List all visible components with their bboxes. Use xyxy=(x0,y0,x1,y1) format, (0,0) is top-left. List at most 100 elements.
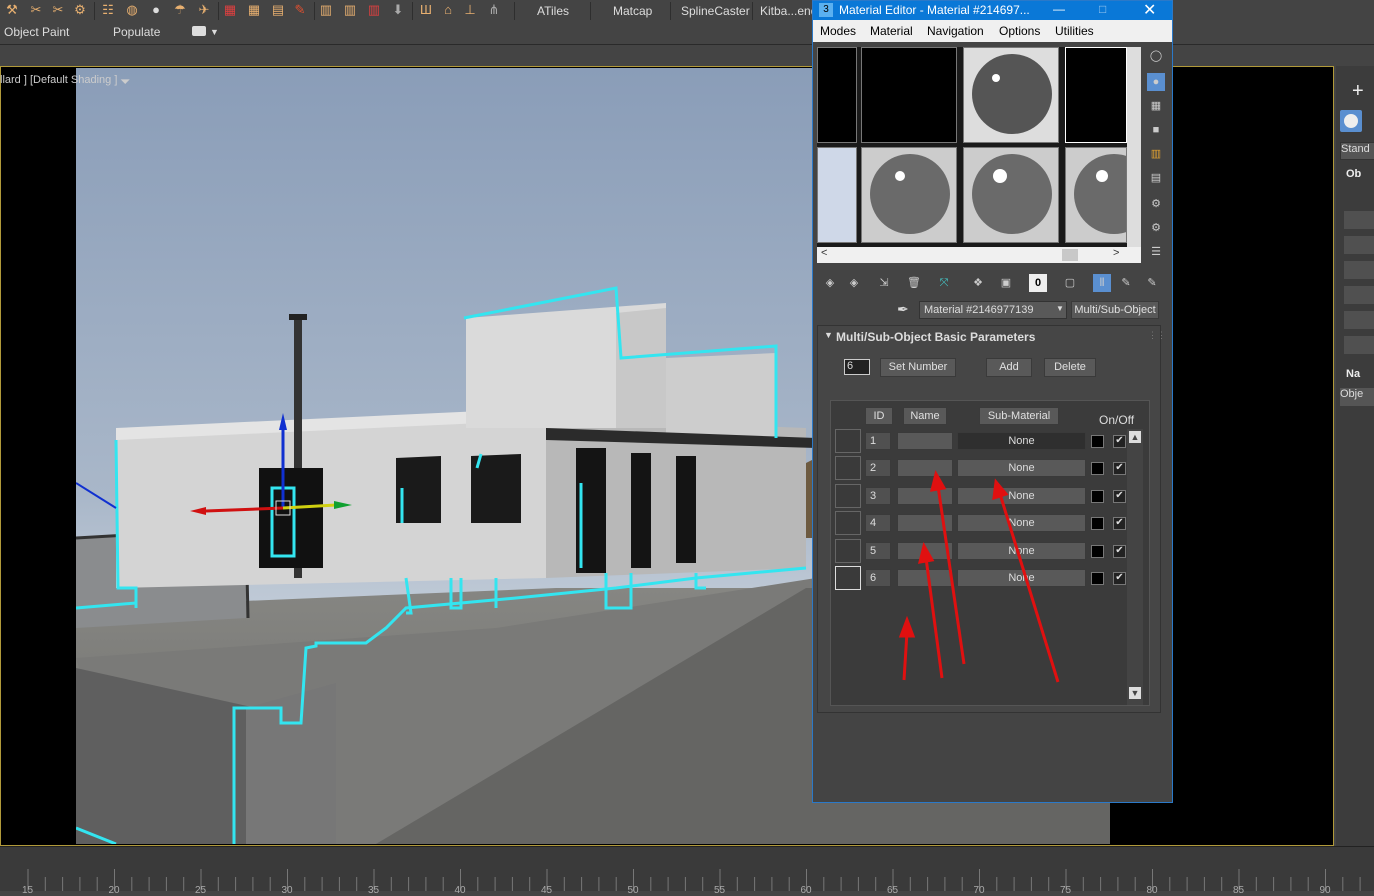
tab-matcap[interactable]: Matcap xyxy=(613,4,652,18)
tool-icon[interactable]: ⋔ xyxy=(486,2,502,18)
sample-slot[interactable] xyxy=(817,47,857,143)
sub-material-swatch[interactable] xyxy=(835,566,861,590)
make-preview-icon[interactable]: ▤ xyxy=(1147,169,1165,187)
sample-slot[interactable] xyxy=(1065,147,1127,243)
sub-material-button[interactable]: None xyxy=(957,432,1086,450)
menu-modes[interactable]: Modes xyxy=(820,24,856,38)
row-name-field[interactable] xyxy=(897,432,953,450)
object-button[interactable] xyxy=(1344,311,1374,329)
sample-slot[interactable] xyxy=(861,47,957,143)
object-paint-tab[interactable]: Object Paint xyxy=(4,25,69,39)
ribbon-toggle-icon[interactable] xyxy=(192,26,206,36)
tab-kitbash[interactable]: Kitba...end xyxy=(760,4,817,18)
show-end-result-icon[interactable]: ⫴ xyxy=(1093,274,1111,292)
tool-icon[interactable]: ▤ xyxy=(270,2,286,18)
row-on-checkbox[interactable]: ✔ xyxy=(1113,572,1126,585)
name-header[interactable]: Name xyxy=(903,407,947,425)
reset-icon[interactable]: 🗑 xyxy=(905,274,923,292)
get-material-icon[interactable]: ◈ xyxy=(821,274,839,292)
material-id-icon[interactable]: 0 xyxy=(1029,274,1047,292)
put-to-library-icon[interactable]: ❖ xyxy=(969,274,987,292)
row-on-checkbox[interactable]: ✔ xyxy=(1113,435,1126,448)
filter-icon[interactable]: ⏷ xyxy=(120,74,130,90)
put-to-scene-icon[interactable]: ◈ xyxy=(845,274,863,292)
delete-button[interactable]: Delete xyxy=(1044,358,1096,377)
close-icon[interactable]: ✕ xyxy=(1143,0,1156,20)
collapse-triangle-icon[interactable]: ▼ xyxy=(824,330,833,340)
scroll-left-icon[interactable]: < xyxy=(821,247,827,259)
menu-material[interactable]: Material xyxy=(870,24,913,38)
sample-slot[interactable] xyxy=(963,147,1059,243)
tool-icon[interactable]: ⬇ xyxy=(390,2,406,18)
tool-icon[interactable]: ▥ xyxy=(318,2,334,18)
rollout-title[interactable]: Multi/Sub-Object Basic Parameters xyxy=(836,330,1035,344)
row-color-swatch[interactable] xyxy=(1091,462,1104,476)
object-button[interactable] xyxy=(1344,336,1374,354)
slots-horizontal-scrollbar[interactable]: < > xyxy=(817,247,1141,263)
row-on-checkbox[interactable]: ✔ xyxy=(1113,489,1126,503)
chevron-down-icon[interactable]: ▼ xyxy=(1056,304,1064,313)
row-on-checkbox[interactable]: ✔ xyxy=(1113,517,1126,531)
scroll-thumb[interactable] xyxy=(1062,249,1078,261)
row-color-swatch[interactable] xyxy=(1091,489,1104,503)
object-button[interactable] xyxy=(1344,286,1374,304)
tool-icon[interactable]: ▥ xyxy=(342,2,358,18)
maximize-icon[interactable]: □ xyxy=(1099,2,1106,16)
tool-icon[interactable]: ✂ xyxy=(50,2,66,18)
chevron-down-icon[interactable]: ▼ xyxy=(210,27,219,37)
save-icon[interactable]: ▣ xyxy=(997,274,1015,292)
tab-splinecaster[interactable]: SplineCaster xyxy=(681,4,750,18)
add-button[interactable]: Add xyxy=(986,358,1032,377)
scroll-right-icon[interactable]: > xyxy=(1113,247,1119,259)
object-button[interactable] xyxy=(1344,236,1374,254)
tool-icon[interactable]: ✂ xyxy=(28,2,44,18)
row-on-checkbox[interactable]: ✔ xyxy=(1113,544,1126,558)
list-scrollbar[interactable]: ▲ ▼ xyxy=(1127,429,1143,705)
sub-material-swatch[interactable] xyxy=(835,456,861,481)
tool-icon[interactable]: ☂ xyxy=(172,2,188,18)
background-icon[interactable]: ▦ xyxy=(1147,97,1165,115)
material-type-button[interactable]: Multi/Sub-Object xyxy=(1071,301,1159,319)
row-on-checkbox[interactable]: ✔ xyxy=(1113,462,1126,476)
menu-utilities[interactable]: Utilities xyxy=(1055,24,1094,38)
tab-atiles[interactable]: ATiles xyxy=(537,4,569,18)
menu-navigation[interactable]: Navigation xyxy=(927,24,984,38)
show-shaded-icon[interactable]: ▢ xyxy=(1061,274,1079,292)
row-color-swatch[interactable] xyxy=(1091,572,1104,585)
row-color-swatch[interactable] xyxy=(1091,435,1104,448)
eyedropper-icon[interactable]: ✒ xyxy=(897,301,909,318)
go-to-parent-icon[interactable]: ✎ xyxy=(1117,274,1135,292)
viewport-label[interactable]: llard ] [Default Shading ] xyxy=(0,74,117,86)
tool-icon[interactable]: Ш xyxy=(418,2,434,18)
options-icon[interactable]: ⚙ xyxy=(1147,195,1165,213)
sub-material-swatch[interactable] xyxy=(835,538,861,563)
video-color-icon[interactable]: ▥ xyxy=(1147,145,1165,163)
id-header[interactable]: ID xyxy=(865,407,893,425)
tool-icon[interactable]: ✎ xyxy=(292,2,308,18)
row-color-swatch[interactable] xyxy=(1091,517,1104,531)
rollout-object-type[interactable]: Ob xyxy=(1346,168,1361,180)
sample-uv-icon[interactable]: ■ xyxy=(1147,121,1165,139)
sample-slot[interactable] xyxy=(861,147,957,243)
assign-to-selection-icon[interactable]: ⇲ xyxy=(875,274,893,292)
sub-material-swatch[interactable] xyxy=(835,511,861,536)
material-navigator-icon[interactable]: ☰ xyxy=(1147,243,1165,261)
timeline[interactable]: 15 20 25 30 35 40 45 50 55 60 65 70 75 80 85 90 xyxy=(0,846,1374,896)
slots-vertical-scrollbar[interactable] xyxy=(1127,47,1141,247)
sample-slot-selected[interactable] xyxy=(963,47,1059,143)
grid-icon[interactable]: ▦ xyxy=(246,2,262,18)
tool-icon[interactable]: ⚙ xyxy=(72,2,88,18)
scroll-up-icon[interactable]: ▲ xyxy=(1129,431,1141,443)
tool-icon[interactable]: ✈ xyxy=(196,2,212,18)
tool-icon[interactable]: ◍ xyxy=(124,2,140,18)
backlight-icon[interactable]: ● xyxy=(1147,73,1165,91)
tool-icon[interactable]: ▦ xyxy=(222,2,238,18)
object-button[interactable] xyxy=(1344,211,1374,229)
populate-tab[interactable]: Populate xyxy=(113,25,160,39)
tool-icon[interactable]: ☷ xyxy=(100,2,116,18)
create-icon[interactable]: + xyxy=(1352,80,1364,103)
rollout-name-color[interactable]: Na xyxy=(1346,368,1360,380)
light-icon[interactable]: ● xyxy=(148,2,164,18)
title-bar[interactable]: 3 Material Editor - Material #214697... … xyxy=(813,1,1172,20)
select-by-material-icon[interactable]: ⚙ xyxy=(1147,219,1165,237)
